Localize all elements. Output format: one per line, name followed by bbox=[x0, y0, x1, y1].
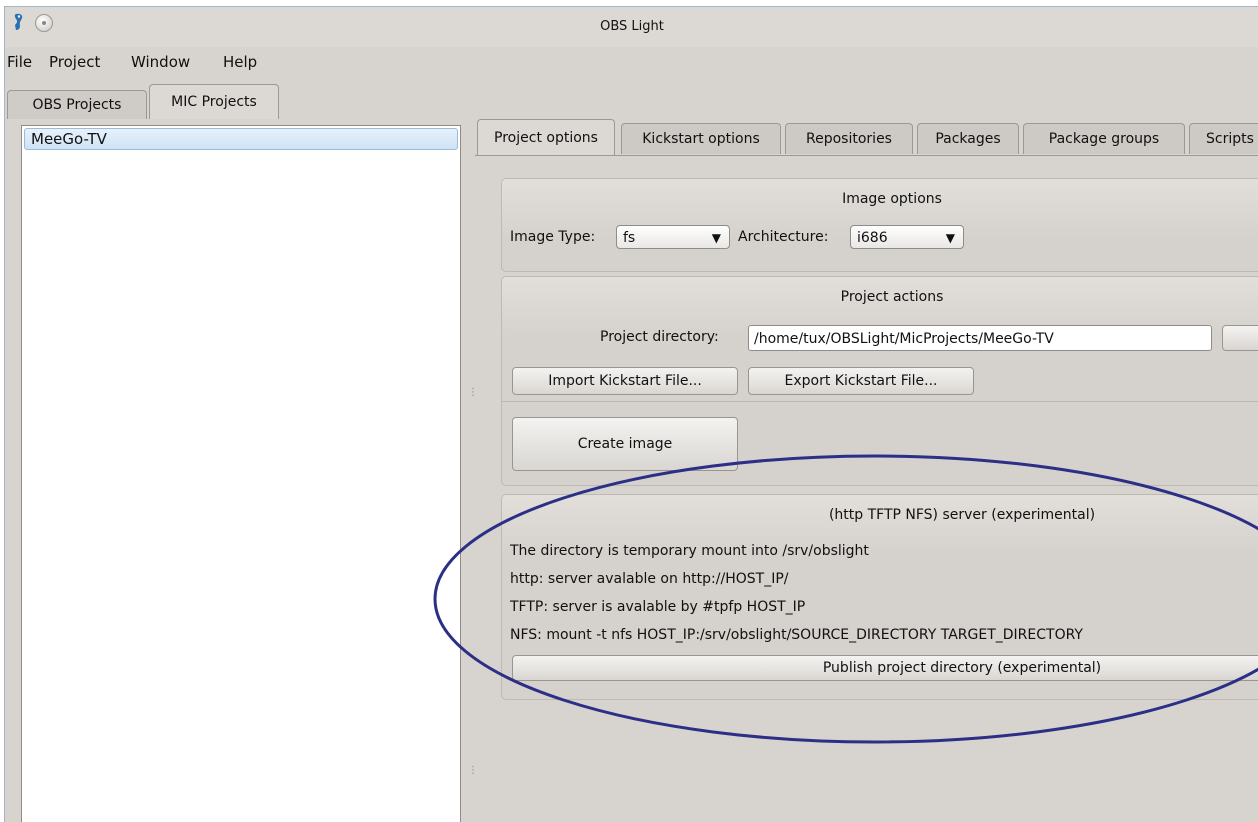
server-info-line: NFS: mount -t nfs HOST_IP:/srv/obslight/… bbox=[510, 627, 1083, 643]
architecture-label: Architecture: bbox=[738, 229, 829, 245]
image-type-select[interactable]: fs ▼ bbox=[616, 225, 730, 249]
project-directory-input[interactable]: /home/tux/OBSLight/MicProjects/MeeGo-TV bbox=[748, 325, 1212, 351]
project-directory-label: Project directory: bbox=[600, 329, 719, 345]
tab-package-groups[interactable]: Package groups bbox=[1023, 123, 1185, 154]
tab-content: Image options Image Type: fs ▼ Architect… bbox=[475, 155, 1258, 822]
tab-scripts[interactable]: Scripts bbox=[1189, 123, 1258, 154]
image-type-value: fs bbox=[623, 230, 636, 246]
tab-packages[interactable]: Packages bbox=[917, 123, 1019, 154]
create-image-button[interactable]: Create image bbox=[512, 417, 738, 471]
architecture-value: i686 bbox=[857, 230, 888, 246]
window-title: OBS Light bbox=[600, 19, 664, 34]
project-actions-title: Project actions bbox=[840, 289, 944, 305]
project-actions-group: Project actions Project directory: /home… bbox=[501, 276, 1258, 486]
tab-repositories[interactable]: Repositories bbox=[785, 123, 913, 154]
tab-mic-projects[interactable]: MIC Projects bbox=[149, 84, 279, 119]
outer-tab-bar: OBS Projects MIC Projects bbox=[5, 79, 1258, 119]
tab-project-options[interactable]: Project options bbox=[477, 119, 615, 156]
browse-button[interactable] bbox=[1222, 325, 1258, 351]
architecture-select[interactable]: i686 ▼ bbox=[850, 225, 964, 249]
tab-kickstart-options[interactable]: Kickstart options bbox=[621, 123, 781, 154]
main-window: OBS Light File Project Window Help OBS P… bbox=[4, 6, 1258, 822]
chevron-down-icon: ▼ bbox=[945, 231, 955, 245]
publish-directory-button[interactable]: Publish project directory (experimental) bbox=[512, 655, 1258, 681]
menu-window[interactable]: Window bbox=[131, 53, 190, 71]
image-type-label: Image Type: bbox=[510, 229, 596, 245]
title-bar: OBS Light bbox=[5, 7, 1258, 47]
menu-file[interactable]: File bbox=[7, 53, 32, 71]
tab-obs-projects[interactable]: OBS Projects bbox=[7, 90, 147, 119]
project-list[interactable]: MeeGo-TV bbox=[21, 125, 461, 822]
image-options-group: Image options Image Type: fs ▼ Architect… bbox=[501, 178, 1258, 272]
splitter-handle-lower[interactable]: ⋮ bbox=[468, 765, 478, 776]
server-title: (http TFTP NFS) server (experimental) bbox=[828, 507, 1096, 523]
menu-bar: File Project Window Help bbox=[5, 51, 1258, 75]
chevron-down-icon: ▼ bbox=[711, 231, 721, 245]
list-item-meego-tv[interactable]: MeeGo-TV bbox=[24, 128, 458, 150]
server-info-line: The directory is temporary mount into /s… bbox=[510, 543, 869, 559]
server-info-line: TFTP: server is avalable by #tpfp HOST_I… bbox=[510, 599, 806, 615]
project-options-panel: Project options Kickstart options Reposi… bbox=[475, 119, 1258, 822]
export-kickstart-button[interactable]: Export Kickstart File... bbox=[748, 367, 974, 395]
splitter-handle[interactable]: ⋮ bbox=[468, 387, 478, 398]
menu-project[interactable]: Project bbox=[49, 53, 100, 71]
image-options-title: Image options bbox=[842, 191, 942, 207]
divider bbox=[502, 401, 1258, 402]
menu-help[interactable]: Help bbox=[223, 53, 257, 71]
server-info-line: http: server avalable on http://HOST_IP/ bbox=[510, 571, 789, 587]
import-kickstart-button[interactable]: Import Kickstart File... bbox=[512, 367, 738, 395]
server-group: (http TFTP NFS) server (experimental) Th… bbox=[501, 494, 1258, 700]
